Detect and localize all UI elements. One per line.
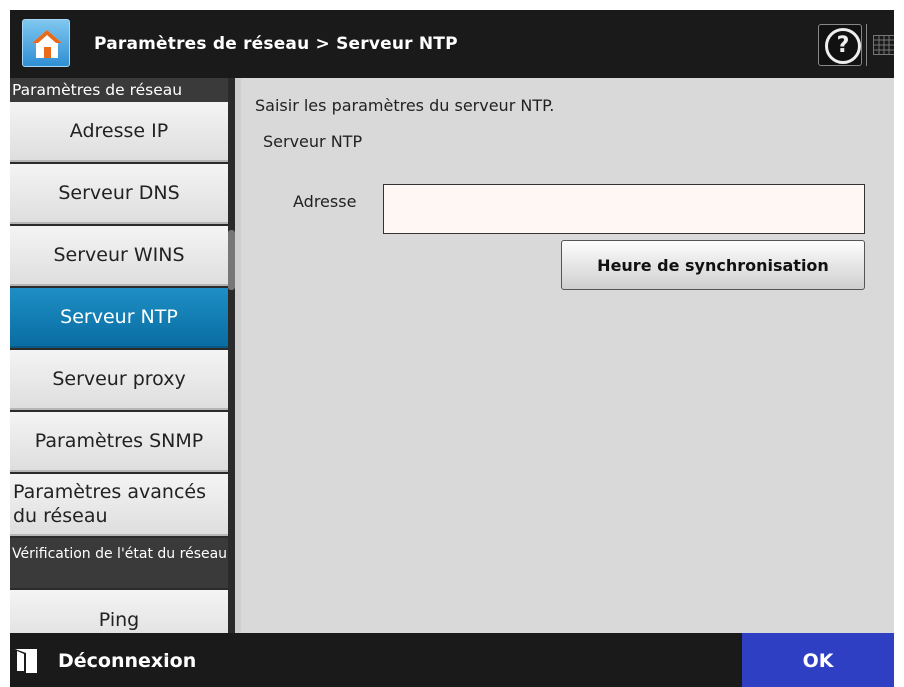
sidebar-item-advanced-network[interactable]: Paramètres avancés du réseau bbox=[10, 474, 228, 536]
sidebar-scrollbar-track[interactable] bbox=[228, 78, 235, 633]
sync-time-button[interactable]: Heure de synchronisation bbox=[561, 240, 865, 290]
sidebar-section-network-status: Vérification de l'état du réseau bbox=[10, 538, 235, 588]
sidebar: Paramètres de réseau Adresse IP Serveur … bbox=[10, 78, 235, 633]
sidebar-item-wins-server[interactable]: Serveur WINS bbox=[10, 226, 228, 286]
ntp-server-section-label: Serveur NTP bbox=[263, 132, 363, 151]
instruction-text: Saisir les paramètres du serveur NTP. bbox=[255, 96, 555, 115]
sidebar-scrollbar-thumb[interactable] bbox=[228, 230, 235, 290]
logout-icon bbox=[15, 649, 37, 673]
home-button[interactable] bbox=[22, 19, 70, 67]
main-content: Saisir les paramètres du serveur NTP. Se… bbox=[241, 78, 894, 633]
sidebar-item-ip-address[interactable]: Adresse IP bbox=[10, 102, 228, 162]
sidebar-item-dns-server[interactable]: Serveur DNS bbox=[10, 164, 228, 224]
header-bar: Paramètres de réseau > Serveur NTP ? bbox=[10, 10, 894, 78]
keyboard-button[interactable] bbox=[866, 24, 894, 66]
ok-button[interactable]: OK bbox=[742, 633, 894, 687]
logout-label: Déconnexion bbox=[58, 650, 197, 672]
screen: Paramètres de réseau > Serveur NTP ? Par… bbox=[10, 10, 894, 687]
help-button[interactable]: ? bbox=[818, 24, 862, 66]
home-icon bbox=[32, 30, 62, 58]
address-label: Adresse bbox=[293, 192, 357, 211]
logout-button[interactable]: Déconnexion bbox=[10, 633, 228, 687]
sidebar-item-ntp-server[interactable]: Serveur NTP bbox=[10, 288, 228, 348]
sidebar-item-proxy-server[interactable]: Serveur proxy bbox=[10, 350, 228, 410]
keyboard-icon bbox=[873, 35, 894, 55]
sidebar-item-snmp-settings[interactable]: Paramètres SNMP bbox=[10, 412, 228, 472]
address-input[interactable] bbox=[383, 184, 865, 234]
page-title: Paramètres de réseau > Serveur NTP bbox=[94, 34, 458, 54]
help-icon: ? bbox=[825, 28, 861, 64]
sidebar-item-ping[interactable]: Ping bbox=[10, 590, 228, 633]
sidebar-section-network: Paramètres de réseau bbox=[10, 78, 235, 102]
footer-bar: Déconnexion OK bbox=[10, 633, 894, 687]
